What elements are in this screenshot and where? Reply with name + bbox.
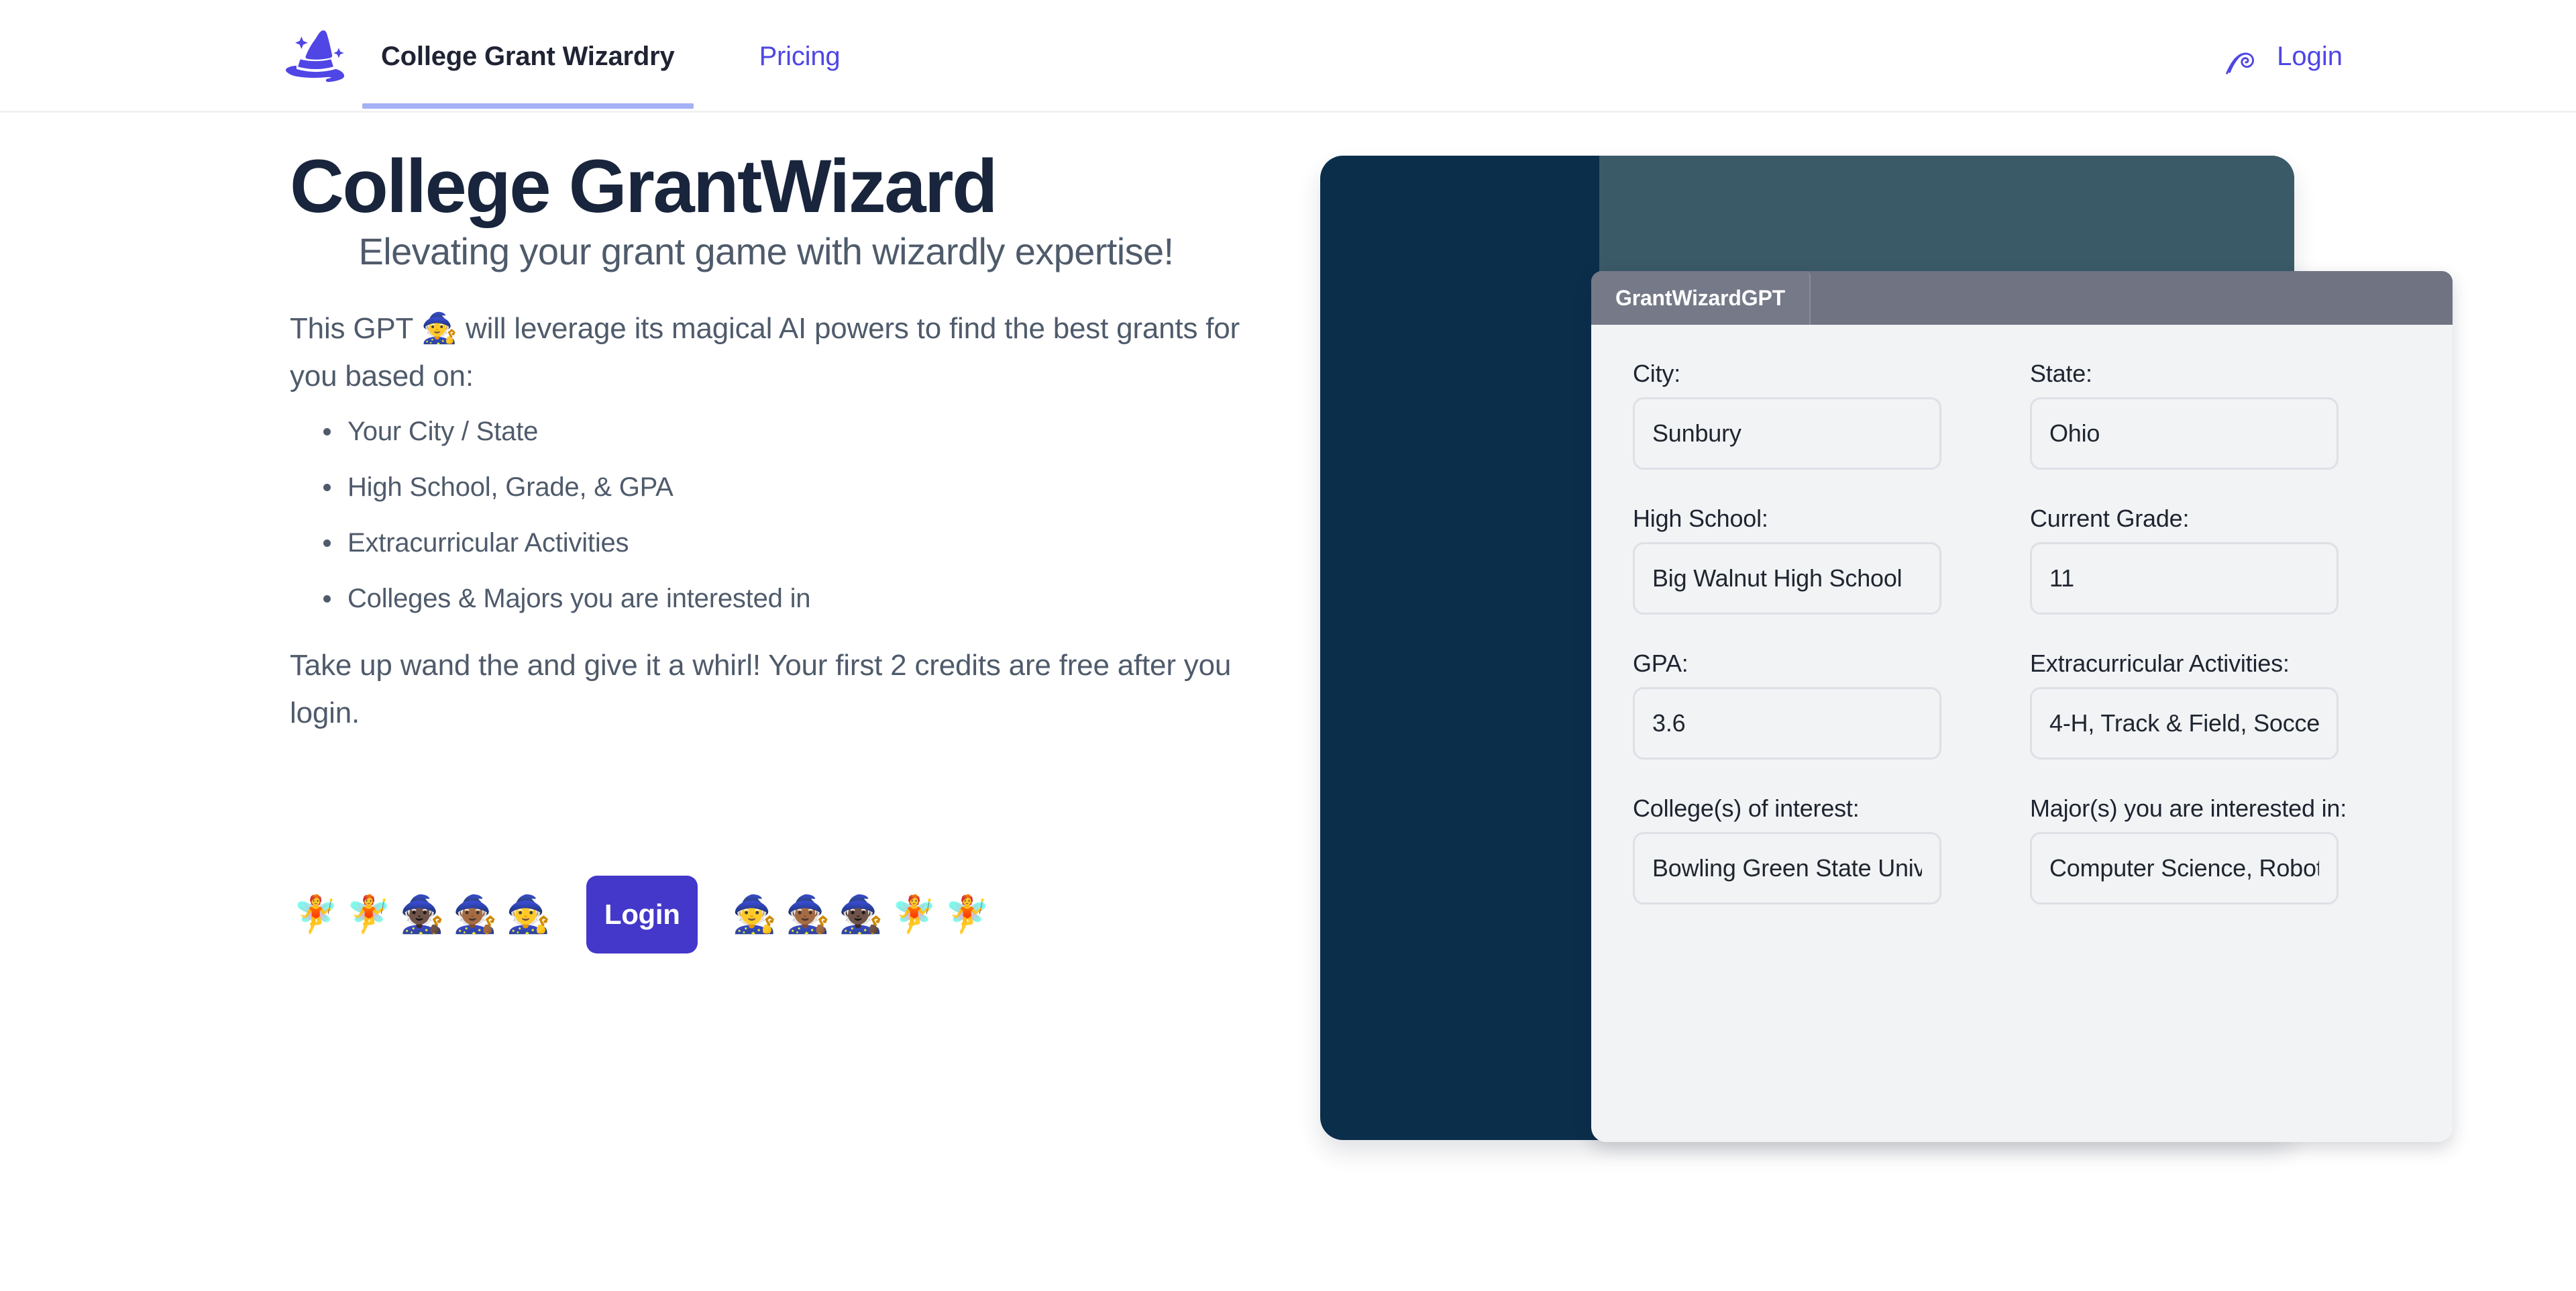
preview-panel: GrantWizardGPT City: State: High School: xyxy=(1320,156,2453,1142)
wizard-hat-icon xyxy=(280,20,353,93)
colleges-of-interest-input[interactable] xyxy=(1633,832,1941,905)
page-subtitle: Elevating your grant game with wizardly … xyxy=(358,230,1174,272)
top-navbar: College Grant Wizardry Pricing Login xyxy=(0,0,2576,113)
mage-emoji: 🧙🏿 xyxy=(399,894,446,935)
field-gpa: GPA: xyxy=(1633,650,2014,760)
bullet-label: High School, Grade, & GPA xyxy=(347,472,674,502)
list-item: Colleges & Majors you are interested in xyxy=(323,585,1242,612)
majors-of-interest-label: Major(s) you are interested in: xyxy=(2030,794,2347,822)
tab-grantwizardgpt[interactable]: GrantWizardGPT xyxy=(1591,271,1811,325)
hero-section: College GrantWizard Elevating your grant… xyxy=(290,149,1242,737)
tab-label: GrantWizardGPT xyxy=(1615,285,1785,310)
emoji-group-left: 🧚 🧚 🧙🏿 🧙🏾 🧙 xyxy=(290,896,555,933)
app-tabbar: GrantWizardGPT xyxy=(1591,271,2453,325)
state-label: State: xyxy=(2030,360,2092,387)
list-item: High School, Grade, & GPA xyxy=(323,474,1242,501)
field-city: City: xyxy=(1633,360,2014,470)
form-grid: City: State: High School: Current Grade: xyxy=(1633,360,2411,939)
grantwizard-app-window: GrantWizardGPT City: State: High School: xyxy=(1591,271,2453,1142)
city-label: City: xyxy=(1633,360,1681,387)
nav-pricing-label: Pricing xyxy=(759,41,841,71)
page-title: College GrantWizard xyxy=(290,144,998,228)
login-button[interactable]: Login xyxy=(586,876,698,953)
gpa-label: GPA: xyxy=(1633,650,1688,677)
mage-emoji: 🧙🏾 xyxy=(785,894,832,935)
city-input[interactable] xyxy=(1633,397,1941,470)
hero-lead-text-before: This GPT xyxy=(290,312,421,345)
high-school-label: High School: xyxy=(1633,505,1768,532)
magic-wand-swirl-icon xyxy=(2220,36,2262,77)
current-grade-label: Current Grade: xyxy=(2030,505,2190,532)
navbar-left-group: College Grant Wizardry Pricing xyxy=(280,0,859,113)
field-current-grade: Current Grade: xyxy=(2030,505,2411,615)
bullet-label: Colleges & Majors you are interested in xyxy=(347,583,811,613)
mage-emoji: 🧙 xyxy=(732,894,779,935)
bullet-label: Your City / State xyxy=(347,416,539,446)
state-input[interactable] xyxy=(2030,397,2339,470)
colleges-of-interest-label: College(s) of interest: xyxy=(1633,794,1860,822)
grant-form: City: State: High School: Current Grade: xyxy=(1591,325,2453,939)
high-school-input[interactable] xyxy=(1633,542,1941,615)
mage-emoji: 🧙 xyxy=(506,894,553,935)
hero-bullet-list: Your City / State High School, Grade, & … xyxy=(323,418,1242,612)
fairy-emoji: 🧚 xyxy=(945,894,991,935)
mage-emoji: 🧙🏾 xyxy=(452,894,499,935)
wizard-emoji: 🧙 xyxy=(421,312,458,345)
hero-closing-paragraph: Take up wand the and give it a whirl! Yo… xyxy=(290,648,1232,729)
cta-row: 🧚 🧚 🧙🏿 🧙🏾 🧙 Login 🧙 🧙🏾 🧙🏿 🧚 🧚 xyxy=(290,876,995,953)
nav-login-label[interactable]: Login xyxy=(2277,42,2343,72)
field-majors-of-interest: Major(s) you are interested in: xyxy=(2030,794,2411,905)
emoji-group-right: 🧙 🧙🏾 🧙🏿 🧚 🧚 xyxy=(729,896,994,933)
nav-brand-label: College Grant Wizardry xyxy=(381,41,675,71)
list-item: Your City / State xyxy=(323,418,1242,445)
extracurricular-activities-label: Extracurricular Activities: xyxy=(2030,650,2290,677)
bullet-label: Extracurricular Activities xyxy=(347,527,629,558)
nav-link-pricing[interactable]: Pricing xyxy=(741,0,859,113)
field-colleges-of-interest: College(s) of interest: xyxy=(1633,794,2014,905)
fairy-emoji: 🧚 xyxy=(293,894,340,935)
hero-lead-paragraph: This GPT 🧙 will leverage its magical AI … xyxy=(290,305,1242,401)
fairy-emoji: 🧚 xyxy=(346,894,393,935)
extracurricular-activities-input[interactable] xyxy=(2030,687,2339,760)
navbar-right-group[interactable]: Login xyxy=(2220,0,2343,113)
current-grade-input[interactable] xyxy=(2030,542,2339,615)
mage-emoji: 🧙🏿 xyxy=(838,894,885,935)
list-item: Extracurricular Activities xyxy=(323,529,1242,556)
field-state: State: xyxy=(2030,360,2411,470)
field-high-school: High School: xyxy=(1633,505,2014,615)
fairy-emoji: 🧚 xyxy=(892,894,938,935)
field-extracurricular-activities: Extracurricular Activities: xyxy=(2030,650,2411,760)
majors-of-interest-input[interactable] xyxy=(2030,832,2339,905)
nav-tab-college-grant-wizardry[interactable]: College Grant Wizardry xyxy=(362,0,694,113)
gpa-input[interactable] xyxy=(1633,687,1941,760)
